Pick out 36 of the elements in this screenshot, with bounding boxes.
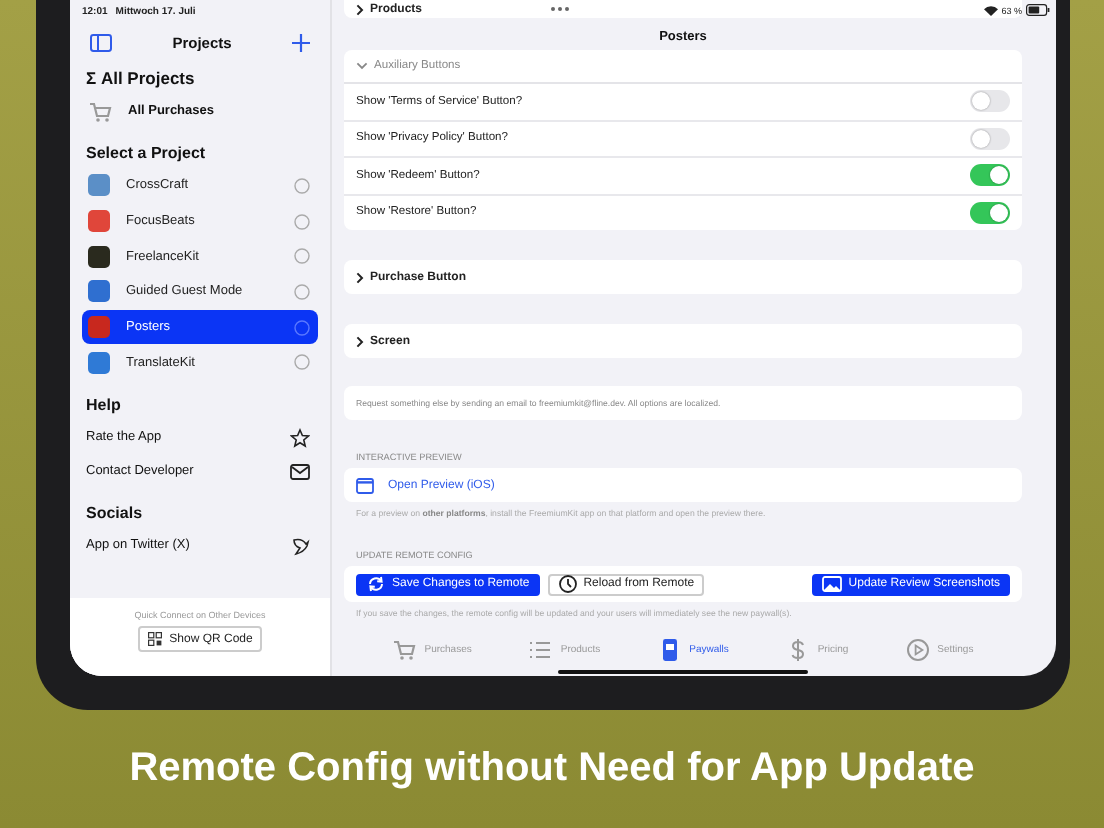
radio-circle-icon [294,213,310,230]
sidebar-toggle-icon[interactable] [90,33,112,51]
section-heading: Select a Project [84,142,208,166]
envelope-icon [290,461,310,482]
radio-circle-icon [294,248,310,265]
play-circle-icon [905,638,930,662]
cart-icon [392,638,417,662]
section-heading: Help [84,394,123,419]
chevron-right-icon [356,3,364,15]
chevron-right-icon [356,271,364,283]
window-icon [356,477,374,493]
cart-icon [88,99,112,123]
toggle-switch[interactable] [970,201,1010,224]
star-icon [290,427,310,448]
radio-circle-icon [294,354,310,371]
section-heading: Σ All Projects [84,66,197,92]
chevron-right-icon [356,335,364,347]
section-heading: Socials [84,502,145,527]
radio-circle-icon [294,283,310,300]
bird-icon [290,535,310,556]
battery-icon [1026,4,1050,16]
more-dots-icon [550,6,570,12]
list-icon [528,638,553,662]
chevron-down-icon [356,62,368,70]
toggle-switch[interactable] [970,127,1010,150]
phone-icon [657,638,682,662]
sync-icon [366,574,386,594]
photo-icon [822,574,843,594]
radio-circle-icon [294,177,310,194]
radio-circle-icon [294,319,310,336]
add-icon[interactable] [291,33,310,51]
toggle-switch[interactable] [970,90,1010,113]
qr-code-icon [147,632,162,646]
toggle-switch[interactable] [970,164,1010,187]
wifi-icon [983,5,998,15]
caption-text: Remote Config without Need for App Update [127,744,977,794]
